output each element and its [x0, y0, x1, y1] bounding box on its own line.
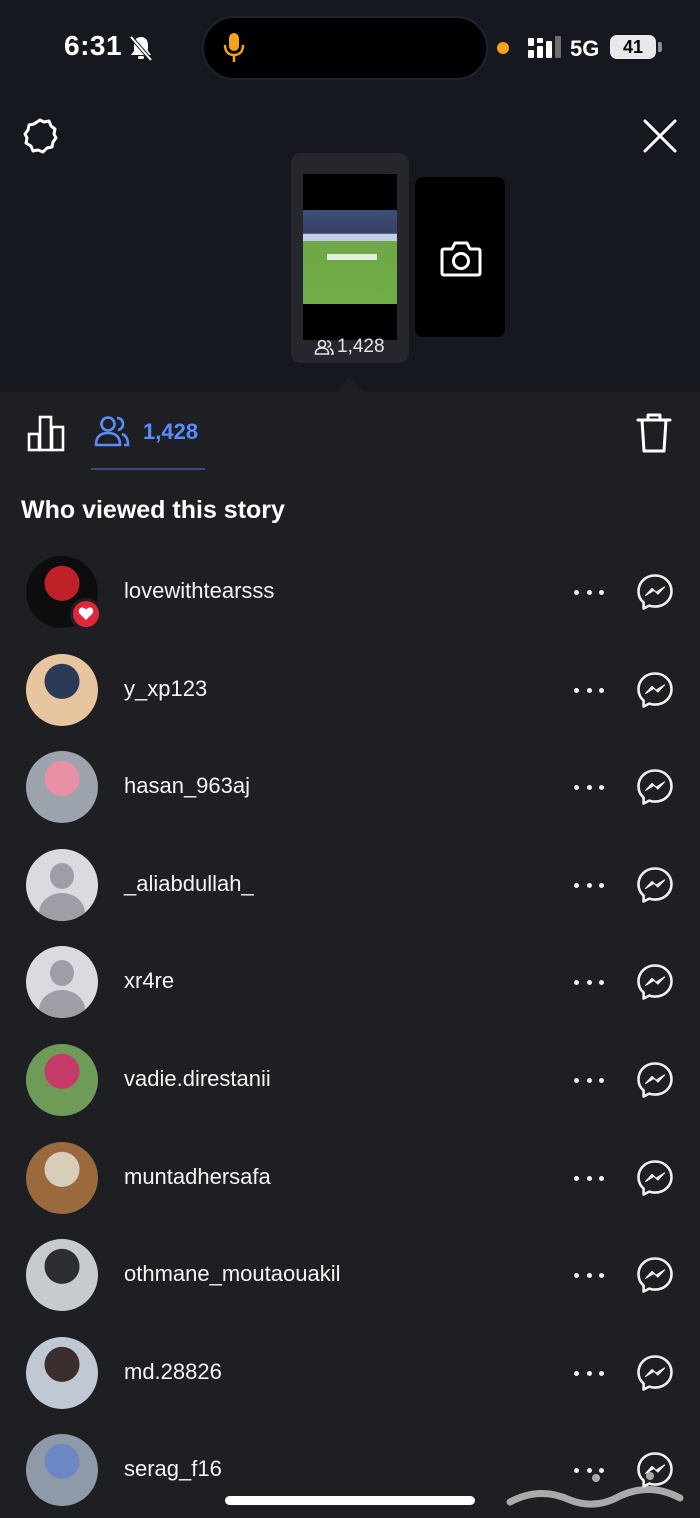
story-viewer-count-label: 1,428: [337, 336, 385, 357]
people-icon: [94, 416, 130, 447]
more-options-icon[interactable]: [574, 1265, 604, 1285]
more-options-icon[interactable]: [574, 680, 604, 700]
messenger-icon[interactable]: [636, 573, 674, 611]
avatar[interactable]: [26, 1239, 98, 1311]
gear-icon[interactable]: [20, 116, 60, 156]
username[interactable]: md.28826: [124, 1359, 222, 1385]
more-options-icon[interactable]: [574, 1363, 604, 1383]
avatar[interactable]: [26, 1434, 98, 1506]
battery-cap: [658, 42, 662, 52]
viewer-row[interactable]: _aliabdullah_: [0, 849, 700, 947]
viewer-row[interactable]: xr4re: [0, 946, 700, 1044]
network-label: 5G: [570, 36, 600, 61]
username[interactable]: muntadhersafa: [124, 1164, 271, 1190]
viewer-row[interactable]: md.28826: [0, 1337, 700, 1435]
home-indicator[interactable]: [225, 1496, 475, 1505]
username[interactable]: vadie.direstanii: [124, 1066, 271, 1092]
messenger-icon[interactable]: [636, 1159, 674, 1197]
more-options-icon[interactable]: [574, 972, 604, 992]
story-viewer-count: 1,428: [314, 335, 385, 359]
username[interactable]: xr4re: [124, 968, 174, 994]
avatar[interactable]: [26, 1044, 98, 1116]
story-video-frame: [303, 210, 397, 304]
messenger-icon[interactable]: [636, 671, 674, 709]
username[interactable]: othmane_moutaouakil: [124, 1261, 340, 1287]
username[interactable]: lovewithtearsss: [124, 578, 274, 604]
more-options-icon[interactable]: [574, 1070, 604, 1090]
camera-icon[interactable]: [439, 237, 483, 279]
battery-level: 41: [610, 35, 656, 59]
trash-icon[interactable]: [636, 412, 672, 454]
viewer-row[interactable]: y_xp123: [0, 654, 700, 752]
more-options-icon[interactable]: [574, 777, 604, 797]
username[interactable]: hasan_963aj: [124, 773, 250, 799]
viewer-row[interactable]: vadie.direstanii: [0, 1044, 700, 1142]
tab-viewers[interactable]: 1,428: [91, 412, 205, 470]
viewer-row[interactable]: muntadhersafa: [0, 1142, 700, 1240]
story-media-preview: [303, 174, 397, 340]
people-icon: [314, 339, 334, 355]
messenger-icon[interactable]: [636, 768, 674, 806]
username[interactable]: y_xp123: [124, 676, 207, 702]
signal-icon: [528, 36, 561, 58]
more-options-icon[interactable]: [574, 875, 604, 895]
status-time: 6:31: [64, 30, 123, 61]
messenger-icon[interactable]: [636, 1256, 674, 1294]
privacy-indicator-dot: [497, 42, 509, 54]
selection-pointer: [336, 376, 364, 392]
messenger-icon[interactable]: [636, 1354, 674, 1392]
close-icon[interactable]: [640, 116, 680, 156]
heart-icon: [70, 598, 102, 630]
viewer-row[interactable]: lovewithtearsss: [0, 556, 700, 654]
tab-viewers-count: 1,428: [143, 419, 199, 444]
avatar[interactable]: [26, 751, 98, 823]
avatar[interactable]: [26, 849, 98, 921]
silent-bell-icon: [129, 35, 153, 62]
section-title: Who viewed this story: [21, 496, 285, 524]
username[interactable]: _aliabdullah_: [124, 871, 254, 897]
microphone-icon: [223, 33, 245, 62]
watermark-logo: [506, 1472, 684, 1508]
messenger-icon[interactable]: [636, 1061, 674, 1099]
messenger-icon[interactable]: [636, 963, 674, 1001]
viewer-row[interactable]: othmane_moutaouakil: [0, 1239, 700, 1337]
avatar[interactable]: [26, 1337, 98, 1409]
more-options-icon[interactable]: [574, 1168, 604, 1188]
avatar[interactable]: [26, 1142, 98, 1214]
viewer-row[interactable]: hasan_963aj: [0, 751, 700, 849]
username[interactable]: serag_f16: [124, 1456, 222, 1482]
messenger-icon[interactable]: [636, 866, 674, 904]
avatar[interactable]: [26, 654, 98, 726]
bar-chart-icon[interactable]: [26, 414, 66, 452]
avatar[interactable]: [26, 946, 98, 1018]
more-options-icon[interactable]: [574, 582, 604, 602]
